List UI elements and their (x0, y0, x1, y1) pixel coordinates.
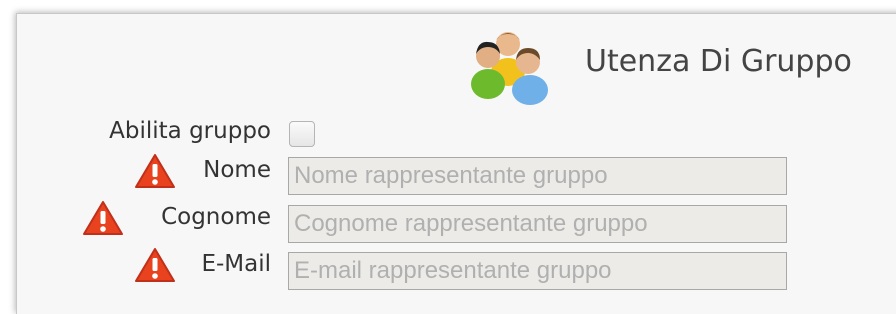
warning-icon (135, 248, 175, 282)
nome-field[interactable] (288, 157, 787, 195)
warning-icon (83, 201, 123, 235)
nome-label: Nome (203, 157, 271, 183)
cognome-field[interactable] (288, 205, 787, 243)
enable-group-checkbox[interactable] (289, 121, 315, 147)
page-title: Utenza Di Gruppo (585, 44, 852, 79)
warning-icon (135, 154, 175, 188)
email-label: E-Mail (201, 251, 271, 277)
email-field[interactable] (288, 252, 787, 290)
enable-group-label: Abilita gruppo (109, 118, 271, 144)
cognome-label: Cognome (161, 204, 271, 230)
group-users-icon (471, 32, 548, 105)
